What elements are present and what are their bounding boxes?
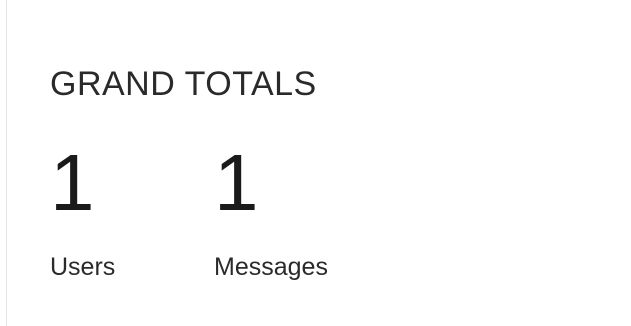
users-count: 1 bbox=[50, 138, 95, 227]
messages-stat: 1 Messages bbox=[214, 138, 414, 288]
messages-count: 1 bbox=[214, 138, 259, 227]
messages-label: Messages bbox=[214, 253, 328, 281]
left-divider bbox=[6, 0, 7, 326]
grand-totals-title: GRAND TOTALS bbox=[50, 65, 317, 103]
users-label: Users bbox=[50, 253, 116, 281]
grand-totals-card: GRAND TOTALS 1 Users 1 Messages bbox=[50, 60, 610, 300]
